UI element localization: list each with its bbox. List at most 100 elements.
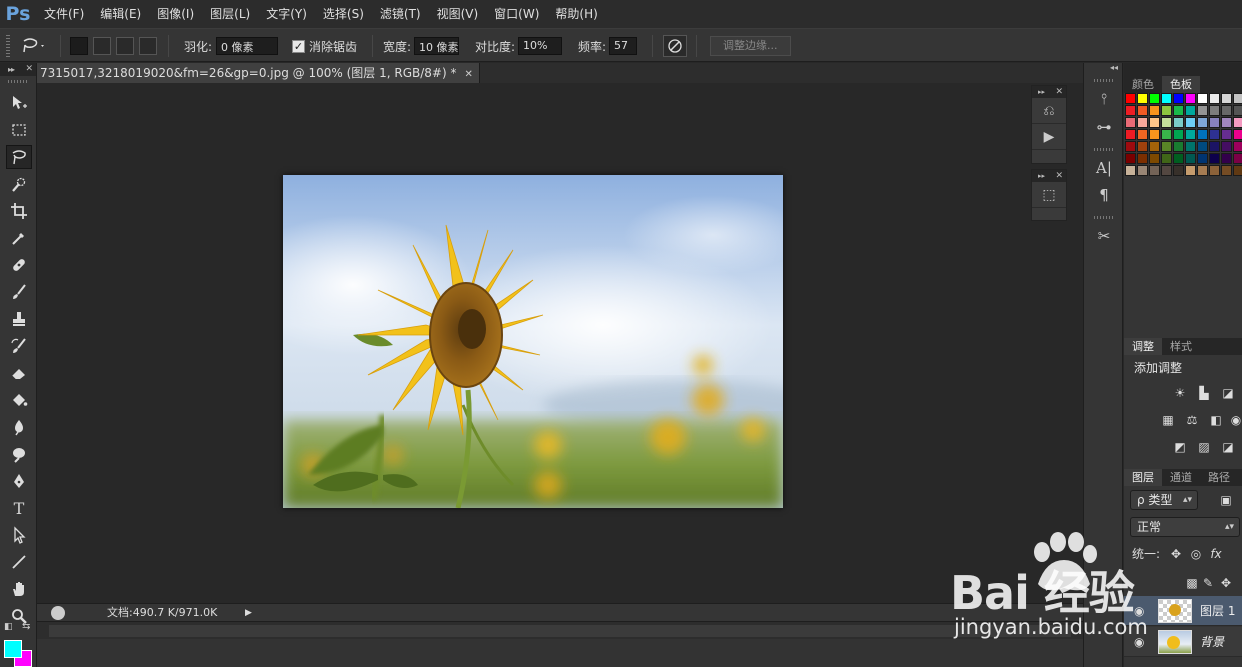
unify-style-icon[interactable]: fx xyxy=(1208,547,1224,561)
color-swatch[interactable] xyxy=(1173,105,1184,116)
color-swatch[interactable] xyxy=(1221,93,1232,104)
color-swatch[interactable] xyxy=(1173,129,1184,140)
dock-grip[interactable] xyxy=(1094,216,1114,219)
photo-filter-icon[interactable]: ◉ xyxy=(1228,413,1242,427)
document-image[interactable] xyxy=(283,175,783,508)
tab-channels[interactable]: 通道 xyxy=(1162,469,1200,486)
color-swatch[interactable] xyxy=(1209,129,1220,140)
mini-panel-header[interactable]: ▸▸ ✕ xyxy=(1032,170,1066,182)
black-white-icon[interactable]: ◧ xyxy=(1208,413,1224,427)
paragraph-button[interactable]: ¶ xyxy=(1090,182,1118,208)
color-swatch[interactable] xyxy=(1233,117,1242,128)
color-swatch[interactable] xyxy=(1137,165,1148,176)
color-swatch[interactable] xyxy=(1137,117,1148,128)
color-swatch[interactable] xyxy=(1137,93,1148,104)
color-swatch[interactable] xyxy=(1197,129,1208,140)
color-swatch[interactable] xyxy=(1125,93,1136,104)
color-swatch[interactable] xyxy=(1173,141,1184,152)
color-swatch[interactable] xyxy=(1221,153,1232,164)
color-swatch[interactable] xyxy=(1197,141,1208,152)
visibility-eye-icon[interactable]: ◉ xyxy=(1134,635,1144,649)
color-swatch[interactable] xyxy=(1125,117,1136,128)
color-swatch[interactable] xyxy=(1197,105,1208,116)
default-colors-icon[interactable]: ◧ xyxy=(4,622,13,632)
color-swatch[interactable] xyxy=(1125,105,1136,116)
tool-preset-picker[interactable] xyxy=(20,29,48,63)
close-icon[interactable]: ✕ xyxy=(1055,86,1063,98)
character-button[interactable]: A| xyxy=(1090,155,1118,181)
horizontal-scrollbar[interactable] xyxy=(37,621,1083,639)
color-balance-icon[interactable]: ⚖ xyxy=(1184,413,1200,427)
color-swatch[interactable] xyxy=(1221,129,1232,140)
frequency-input[interactable]: 57 xyxy=(609,37,638,55)
antialias-checkbox[interactable]: ✓ xyxy=(292,39,305,53)
selective-color-icon[interactable]: ◪ xyxy=(1220,440,1236,454)
color-swatch[interactable] xyxy=(1137,129,1148,140)
color-swatch[interactable] xyxy=(1173,165,1184,176)
actions-button[interactable]: ▶ xyxy=(1032,124,1066,150)
color-swatch[interactable] xyxy=(1149,153,1160,164)
color-swatch[interactable] xyxy=(1137,153,1148,164)
pen-pressure-button[interactable] xyxy=(663,29,687,63)
lasso-tool[interactable] xyxy=(6,145,32,169)
color-swatch[interactable] xyxy=(1197,117,1208,128)
layer-row[interactable]: ◉ 背景 xyxy=(1124,627,1242,657)
color-swatch[interactable] xyxy=(1185,141,1196,152)
status-arrow-icon[interactable]: ▶ xyxy=(245,605,257,621)
color-swatch[interactable] xyxy=(1233,93,1242,104)
dock-grip[interactable] xyxy=(1094,148,1114,151)
color-swatch[interactable] xyxy=(1221,141,1232,152)
menu-select[interactable]: 选择(S) xyxy=(315,0,372,28)
subtract-selection-button[interactable] xyxy=(116,37,134,55)
marquee-tool[interactable] xyxy=(6,118,32,142)
color-swatch[interactable] xyxy=(1149,165,1160,176)
gradient-map-icon[interactable]: ▨ xyxy=(1196,440,1212,454)
color-swatch[interactable] xyxy=(1221,105,1232,116)
color-swatch[interactable] xyxy=(1185,117,1196,128)
quick-select-tool[interactable] xyxy=(6,172,32,196)
clone-stamp-tool[interactable] xyxy=(6,307,32,331)
color-swatch[interactable] xyxy=(1197,93,1208,104)
color-swatch[interactable] xyxy=(1149,117,1160,128)
hue-icon[interactable]: ▦ xyxy=(1160,413,1176,427)
menu-filter[interactable]: 滤镜(T) xyxy=(372,0,429,28)
brush-tool[interactable] xyxy=(6,280,32,304)
add-selection-button[interactable] xyxy=(93,37,111,55)
color-swatch[interactable] xyxy=(1125,153,1136,164)
color-swatch[interactable] xyxy=(1209,141,1220,152)
paint-bucket-tool[interactable] xyxy=(6,388,32,412)
3d-button[interactable]: ⬚ xyxy=(1032,182,1066,208)
color-swatch[interactable] xyxy=(1137,141,1148,152)
color-swatch[interactable] xyxy=(1149,93,1160,104)
color-swatch[interactable] xyxy=(1161,105,1172,116)
curves-icon[interactable]: ◪ xyxy=(1220,386,1236,400)
lock-brush-icon[interactable]: ✎ xyxy=(1200,576,1216,590)
tool-options-button[interactable]: ✂ xyxy=(1090,223,1118,249)
new-selection-button[interactable] xyxy=(70,37,88,55)
layer-filter-dropdown[interactable]: ρ 类型 ▴▾ xyxy=(1130,490,1198,510)
menu-type[interactable]: 文字(Y) xyxy=(258,0,315,28)
color-swatch[interactable] xyxy=(1173,93,1184,104)
color-swatch[interactable] xyxy=(1221,165,1232,176)
color-swatch[interactable] xyxy=(1221,117,1232,128)
foreground-color-swatch[interactable] xyxy=(4,640,22,658)
color-swatch[interactable] xyxy=(1137,105,1148,116)
lock-position-icon[interactable]: ✥ xyxy=(1218,576,1234,590)
color-swatch[interactable] xyxy=(1149,141,1160,152)
unify-visibility-icon[interactable]: ◎ xyxy=(1188,547,1204,561)
hand-tool[interactable] xyxy=(6,577,32,601)
color-swatch[interactable] xyxy=(1233,129,1242,140)
color-swatch[interactable] xyxy=(1161,141,1172,152)
collapse-icon[interactable]: ▸▸ xyxy=(1038,86,1045,98)
blur-tool[interactable] xyxy=(6,415,32,439)
tools-panel-header[interactable]: ▸▸ ✕ xyxy=(0,63,36,76)
close-tab-icon[interactable]: ✕ xyxy=(464,69,472,80)
color-swatch[interactable] xyxy=(1209,165,1220,176)
document-tab[interactable]: 7315017,3218019020&fm=26&gp=0.jpg @ 100%… xyxy=(37,63,480,83)
refine-edge-button[interactable]: 调整边缘... xyxy=(710,36,791,56)
options-grip[interactable] xyxy=(6,35,10,57)
color-swatch[interactable] xyxy=(1149,105,1160,116)
history-brush-tool[interactable] xyxy=(6,334,32,358)
path-select-tool[interactable] xyxy=(6,523,32,547)
dodge-tool[interactable] xyxy=(6,442,32,466)
